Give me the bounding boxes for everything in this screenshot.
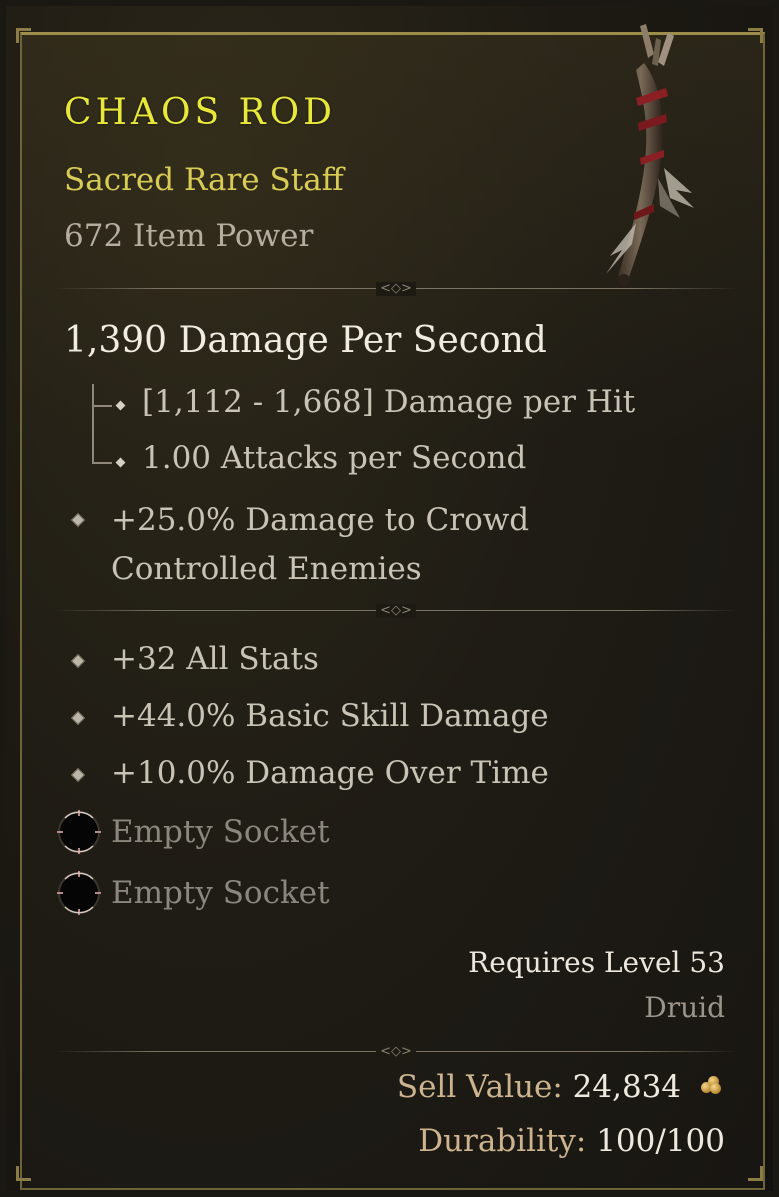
gold-coin-icon xyxy=(701,1075,721,1095)
frame-corner xyxy=(16,1166,31,1181)
sell-value: Sell Value: 24,834 xyxy=(397,1069,721,1105)
socket-row: Empty Socket xyxy=(56,809,456,855)
empty-socket-icon xyxy=(57,871,101,915)
sell-value-label: Sell Value: xyxy=(396,1069,563,1105)
item-name: CHAOS ROD xyxy=(64,92,337,133)
socket-label: Empty Socket xyxy=(111,814,330,850)
durability: Durability: 100/100 xyxy=(418,1123,725,1159)
frame-corner xyxy=(748,1166,763,1181)
implicit-affix-line: +25.0% Damage to Crowd xyxy=(111,502,530,538)
implicit-affix: +25.0% Damage to Crowd Controlled Enemie… xyxy=(111,496,711,594)
item-tooltip: CHAOS ROD Sacred Rare Staff 672 Item Pow… xyxy=(0,0,779,1197)
affix-line: +32 All Stats xyxy=(111,641,319,677)
section-divider: <◇> xyxy=(54,604,738,618)
implicit-affix-line: Controlled Enemies xyxy=(111,551,422,587)
affix-line: +10.0% Damage Over Time xyxy=(111,755,549,791)
attacks-per-second: 1.00 Attacks per Second xyxy=(142,440,527,476)
frame-corner xyxy=(16,28,31,43)
section-divider: <◇> xyxy=(54,1045,738,1059)
staff-icon xyxy=(606,24,694,286)
durability-label: Durability: xyxy=(418,1123,587,1159)
empty-socket-icon xyxy=(57,810,101,854)
tree-branch-line xyxy=(92,405,112,407)
socket-row: Empty Socket xyxy=(56,870,456,916)
class-requirement: Druid xyxy=(644,991,725,1024)
damage-per-hit: [1,112 - 1,668] Damage per Hit xyxy=(142,384,636,420)
section-divider: <◇> xyxy=(54,282,738,296)
durability-value: 100/100 xyxy=(596,1123,725,1159)
tree-branch-line xyxy=(92,384,94,464)
item-power: 672 Item Power xyxy=(64,218,314,254)
level-requirement: Requires Level 53 xyxy=(468,946,725,979)
damage-per-second: 1,390 Damage Per Second xyxy=(64,320,547,361)
socket-label: Empty Socket xyxy=(111,875,330,911)
affix-line: +44.0% Basic Skill Damage xyxy=(111,698,549,734)
item-type-line: Sacred Rare Staff xyxy=(64,162,344,198)
frame-corner xyxy=(748,28,763,43)
tree-branch-line xyxy=(92,462,112,464)
sell-value-amount: 24,834 xyxy=(572,1069,682,1105)
